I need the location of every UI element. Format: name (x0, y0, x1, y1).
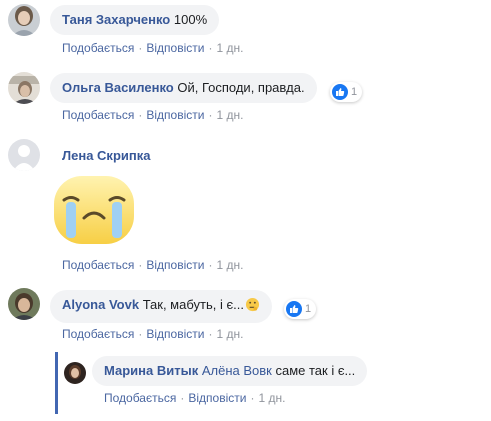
avatar[interactable] (8, 288, 40, 320)
crying-face-sticker[interactable] (52, 174, 136, 249)
comment-author[interactable]: Ольга Василенко (62, 80, 174, 95)
reaction-count-badge[interactable]: 1 (284, 299, 317, 319)
comment-author[interactable]: Таня Захарченко (62, 12, 170, 27)
reply-link[interactable]: Відповісти (146, 108, 204, 122)
comment-time[interactable]: 1 дн. (216, 108, 243, 122)
mention-link[interactable]: Алёна Вовк (202, 363, 272, 378)
like-link[interactable]: Подобається (62, 41, 134, 55)
comment-actions: Подобається · Відповісти · 1 дн. (62, 258, 244, 272)
comment-actions: Подобається · Відповісти · 1 дн. (62, 41, 244, 55)
thinking-face-emoji (245, 297, 260, 316)
comment-author[interactable]: Лена Скрипка (62, 148, 150, 163)
comment-bubble: Ольга Василенко Ой, Господи, правда. (50, 73, 317, 103)
comment-bubble: Марина Витык Алёна Вовк саме так і є... (92, 356, 368, 386)
comment-text: Ой, Господи, правда. (177, 80, 305, 95)
reply-link[interactable]: Відповісти (146, 327, 204, 341)
avatar[interactable] (8, 72, 40, 104)
reply-link[interactable]: Відповісти (188, 391, 246, 405)
comment-actions: Подобається · Відповісти · 1 дн. (62, 108, 244, 122)
comment-text: 100% (173, 12, 208, 27)
comment-text: саме так і є... (275, 363, 356, 378)
comment-bubble: Alyona Vovk Так, мабуть, і є... (50, 290, 272, 323)
thumbs-up-icon (332, 84, 348, 100)
like-link[interactable]: Подобається (62, 108, 134, 122)
comment-actions: Подобається · Відповісти · 1 дн. (104, 391, 286, 405)
like-link[interactable]: Подобається (62, 258, 134, 272)
comment-author[interactable]: Alyona Vovk (62, 297, 139, 312)
comment-actions: Подобається · Відповісти · 1 дн. (62, 327, 244, 341)
comment-bubble: Таня Захарченко 100% (50, 5, 220, 35)
reaction-count: 1 (305, 303, 312, 315)
reaction-count: 1 (351, 86, 358, 98)
reply-link[interactable]: Відповісти (146, 41, 204, 55)
avatar[interactable] (8, 4, 40, 36)
comment-time[interactable]: 1 дн. (258, 391, 285, 405)
comment-time[interactable]: 1 дн. (216, 327, 243, 341)
like-link[interactable]: Подобається (104, 391, 176, 405)
thumbs-up-icon (286, 301, 302, 317)
like-link[interactable]: Подобається (62, 327, 134, 341)
reaction-count-badge[interactable]: 1 (330, 82, 363, 102)
reply-link[interactable]: Відповісти (146, 258, 204, 272)
reply-thread-line (55, 352, 58, 414)
comment-time[interactable]: 1 дн. (216, 258, 243, 272)
comment-text: Так, мабуть, і є... (142, 297, 244, 312)
avatar[interactable] (8, 139, 40, 171)
comment-author[interactable]: Марина Витык (104, 363, 198, 378)
avatar[interactable] (64, 362, 86, 384)
comment-time[interactable]: 1 дн. (216, 41, 243, 55)
